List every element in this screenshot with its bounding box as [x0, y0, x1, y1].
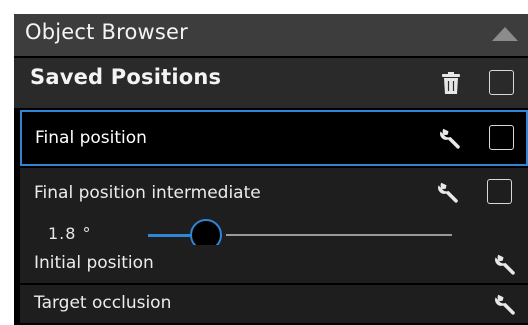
- object-browser-panel: Object Browser Saved Positions Final pos…: [14, 14, 528, 325]
- list-item-label: Target occlusion: [34, 293, 172, 313]
- triangle-up-icon[interactable]: [492, 27, 518, 41]
- list-item-label: Final position intermediate: [34, 183, 261, 203]
- saved-positions-checkbox[interactable]: [489, 70, 514, 95]
- slider-value: 1.8 °: [48, 224, 92, 243]
- slider-track[interactable]: [226, 234, 452, 236]
- saved-positions-title: Saved Positions: [30, 65, 222, 89]
- list-item-final-position-intermediate[interactable]: Final position intermediate 1.8 °: [20, 168, 528, 255]
- list-item-target-occlusion[interactable]: Target occlusion: [20, 285, 528, 323]
- final-position-intermediate-checkbox[interactable]: [487, 179, 512, 204]
- final-position-checkbox[interactable]: [489, 125, 514, 150]
- list-item-label: Initial position: [34, 253, 154, 273]
- trash-icon[interactable]: [442, 72, 460, 94]
- wrench-icon[interactable]: [437, 180, 461, 204]
- panel-title: Object Browser: [25, 20, 188, 44]
- wrench-icon[interactable]: [439, 126, 463, 150]
- wrench-icon[interactable]: [494, 252, 518, 276]
- list-item-label: Final position: [35, 128, 147, 148]
- panel-title-bar[interactable]: Object Browser: [14, 14, 528, 56]
- saved-positions-header: Saved Positions: [14, 58, 528, 108]
- list-item-final-position[interactable]: Final position: [20, 110, 528, 166]
- wrench-icon[interactable]: [494, 292, 518, 316]
- list-item-initial-position[interactable]: Initial position: [20, 245, 528, 283]
